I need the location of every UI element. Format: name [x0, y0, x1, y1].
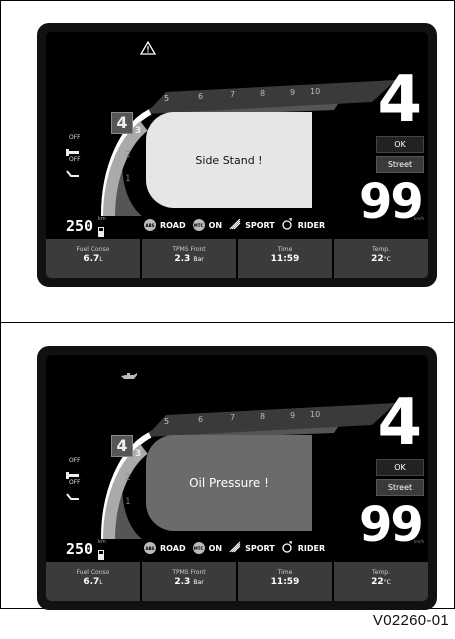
current-gear-box: 4 — [111, 112, 133, 134]
ok-label: OK — [394, 463, 406, 472]
tach-label: 5 — [164, 417, 170, 426]
sport-label: SPORT — [245, 220, 275, 230]
info-cell-fuel: Fuel Conso 6.7L — [46, 239, 140, 278]
tach-label: 2 — [125, 473, 131, 483]
ok-label: OK — [394, 140, 406, 149]
figure-reference: V02260-01 — [372, 612, 449, 629]
gear-indicator: 4 — [377, 386, 422, 460]
rider-label: RIDER — [297, 543, 326, 553]
odometer: 250 — [66, 540, 94, 558]
off-label: OFF — [69, 479, 81, 486]
speed-unit: km/h — [414, 216, 425, 221]
tach-label: 8 — [260, 412, 266, 421]
panel-divider — [0, 322, 455, 323]
mtc-badge: MTC — [192, 219, 205, 231]
ride-mode-indicator: Street — [376, 156, 424, 173]
info-cell-time: Time 11:59 — [238, 562, 332, 601]
info-cell-tpms: TPMS Front 2.3 Bar — [142, 562, 236, 601]
tach-label: 7 — [230, 90, 236, 99]
tach-label: 6 — [198, 415, 204, 424]
tach-label: 10 — [310, 87, 321, 96]
engine-map-icon — [229, 218, 241, 232]
tach-label: 3 — [135, 126, 142, 136]
tach-label: 5 — [164, 94, 170, 103]
oil-can-icon — [120, 367, 138, 386]
mtc-badge: MTC — [192, 542, 205, 554]
tach-label: 10 — [310, 410, 321, 419]
ride-mode-indicator: Street — [376, 479, 424, 496]
heated-grip-icon — [66, 164, 80, 183]
dashboard-screen: 1 2 3 4 5 6 7 8 9 10 4 OK Street 99 km/h… — [46, 32, 428, 278]
tach-label: 8 — [260, 89, 266, 98]
dashboard-panel-oil-pressure: 1 2 3 4 5 6 7 8 9 10 4 OK Street 99 km/h… — [37, 346, 437, 610]
speed-readout: 99 — [359, 497, 424, 553]
info-bar: Fuel Conso 6.7L TPMS Front 2.3 Bar Time … — [46, 239, 428, 278]
info-cell-temp: Temp. 22°C — [334, 562, 428, 601]
off-label: OFF — [69, 156, 81, 163]
tach-label: 1 — [125, 497, 131, 507]
info-cell-fuel: Fuel Conso 6.7L — [46, 562, 140, 601]
heated-grip-icon — [66, 487, 80, 506]
dashboard-panel-side-stand: 1 2 3 4 5 6 7 8 9 10 4 OK Street 99 km/h… — [37, 23, 437, 287]
road-label: ROAD — [160, 543, 186, 553]
suspension-icon — [282, 541, 294, 555]
speed-readout: 99 — [359, 174, 424, 230]
suspension-icon — [282, 218, 294, 232]
off-label: OFF — [69, 134, 81, 141]
info-cell-tpms: TPMS Front 2.3 Bar — [142, 239, 236, 278]
rider-label: RIDER — [297, 220, 326, 230]
rider-modes-strip: ABS ROAD MTC ON SPORT RIDER — [144, 215, 325, 235]
mtc-state-label: ON — [208, 220, 223, 230]
engine-map-icon — [229, 541, 241, 555]
tach-label: 6 — [198, 92, 204, 101]
info-bar: Fuel Conso 6.7L TPMS Front 2.3 Bar Time … — [46, 562, 428, 601]
tach-label: 9 — [290, 411, 296, 420]
warning-message: Oil Pressure ! — [146, 435, 312, 531]
info-cell-time: Time 11:59 — [238, 239, 332, 278]
tach-label: 2 — [125, 150, 131, 160]
info-cell-temp: Temp. 22°C — [334, 239, 428, 278]
gear-indicator: 4 — [377, 63, 422, 137]
tach-label: 7 — [230, 413, 236, 422]
tach-label: 1 — [125, 174, 131, 184]
tach-label: 3 — [135, 449, 142, 459]
abs-badge: ABS — [144, 542, 156, 554]
speed-unit: km/h — [414, 539, 425, 544]
ok-indicator: OK — [376, 136, 424, 153]
dashboard-screen: 1 2 3 4 5 6 7 8 9 10 4 OK Street 99 km/h… — [46, 355, 428, 601]
sport-label: SPORT — [245, 543, 275, 553]
odometer: 250 — [66, 217, 94, 235]
abs-badge: ABS — [144, 219, 156, 231]
tach-label: 9 — [290, 88, 296, 97]
ok-indicator: OK — [376, 459, 424, 476]
off-label: OFF — [69, 457, 81, 464]
warning-triangle-icon — [139, 40, 157, 59]
warning-message: Side Stand ! — [146, 112, 312, 208]
mtc-state-label: ON — [208, 543, 223, 553]
current-gear-box: 4 — [111, 435, 133, 457]
road-label: ROAD — [160, 220, 186, 230]
rider-modes-strip: ABS ROAD MTC ON SPORT RIDER — [144, 538, 325, 558]
